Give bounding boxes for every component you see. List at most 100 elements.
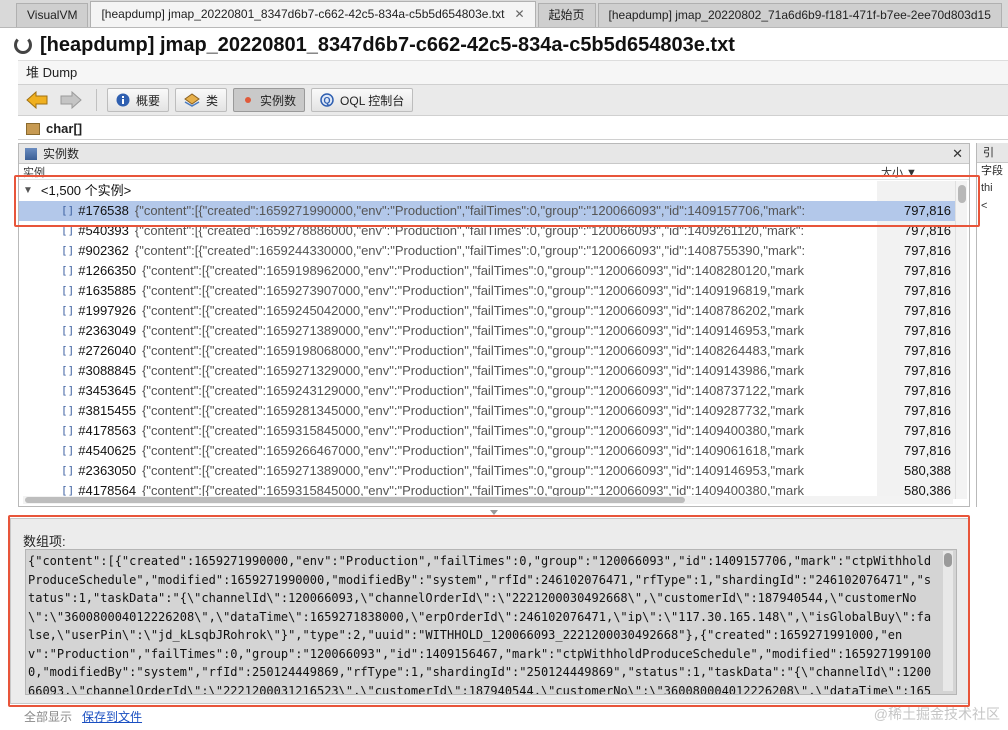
forward-button[interactable]	[58, 88, 84, 112]
instances-button[interactable]: 实例数	[233, 88, 306, 112]
oql-console-button[interactable]: Q OQL 控制台	[311, 88, 414, 112]
summary-label: 概要	[136, 93, 161, 108]
instance-id: #2363050	[78, 463, 137, 478]
info-icon	[116, 93, 130, 107]
instance-value: {"content":[{"created":1659271329000,"en…	[142, 363, 805, 378]
instance-id: #4540625	[78, 443, 137, 458]
page-title: [heapdump] jmap_20220801_8347d6b7-c662-4…	[40, 33, 735, 56]
instance-size: 797,816	[877, 381, 955, 401]
tab-label: VisualVM	[27, 8, 78, 22]
table-row[interactable]: [] #3815455 {"content":[{"created":1659281…	[19, 401, 955, 421]
array-instance-icon: []	[61, 464, 75, 477]
instance-size: 797,816	[877, 221, 955, 241]
instance-value: {"content":[{"created":1659278886000,"en…	[134, 223, 805, 238]
instance-size: 580,388	[877, 461, 955, 481]
instance-id: #4178563	[78, 423, 137, 438]
table-row[interactable]: [] #2726040 {"content":[{"created":1659198…	[19, 341, 955, 361]
expand-triangle-icon[interactable]: ▼	[23, 181, 33, 201]
instance-size: 797,816	[877, 301, 955, 321]
class-name: char[]	[46, 120, 83, 136]
scrollbar-thumb[interactable]	[944, 553, 952, 567]
instance-id: #2363049	[78, 323, 137, 338]
vertical-scrollbar[interactable]	[955, 181, 967, 499]
tab-heapdump-active[interactable]: [heapdump] jmap_20220801_8347d6b7-c662-4…	[90, 1, 536, 27]
tab-bar: VisualVM [heapdump] jmap_20220801_8347d6…	[0, 0, 1008, 28]
heap-dump-subheader: 堆 Dump	[18, 60, 1008, 84]
tab-heapdump-2[interactable]: [heapdump] jmap_20220802_71a6d6b9-f181-4…	[597, 3, 1002, 27]
instance-value: {"content":[{"created":1659243129000,"en…	[142, 383, 805, 398]
instance-value: {"content":[{"created":1659266467000,"en…	[142, 443, 805, 458]
array-items-label: 数组项:	[23, 534, 66, 549]
page-header: [heapdump] jmap_20220801_8347d6b7-c662-4…	[14, 32, 735, 58]
references-row[interactable]: <	[977, 197, 1008, 215]
array-instance-icon: []	[61, 304, 75, 317]
array-instance-icon: []	[61, 284, 75, 297]
close-icon[interactable]: ✕	[514, 7, 524, 21]
column-instance[interactable]: 实例	[19, 164, 877, 180]
instance-id: #3815455	[78, 403, 137, 418]
array-items-content[interactable]: {"content":[{"created":1659271990000,"en…	[25, 549, 957, 695]
scrollbar-thumb[interactable]	[958, 185, 966, 203]
instance-value: {"content":[{"created":1659271389000,"en…	[142, 463, 805, 478]
table-row[interactable]: [] #3088845 {"content":[{"created":1659271…	[19, 361, 955, 381]
array-items-scrollbar[interactable]	[943, 551, 953, 691]
toolbar: 概要 类 实例数 Q OQL 控制台	[18, 84, 1008, 116]
instance-id: #1266350	[78, 263, 137, 278]
instance-size: 797,816	[877, 441, 955, 461]
classes-icon	[184, 93, 200, 107]
table-row[interactable]: [] #902362 {"content":[{"created":16592443…	[19, 241, 955, 261]
array-instance-icon: []	[61, 224, 75, 237]
instance-size: 797,816	[877, 261, 955, 281]
table-row[interactable]: [] #3453645 {"content":[{"created":1659243…	[19, 381, 955, 401]
array-items-panel: 数组项: {"content":[{"created":165927199000…	[10, 518, 970, 704]
array-instance-icon: []	[61, 244, 75, 257]
tab-visualvm[interactable]: VisualVM	[16, 3, 89, 27]
references-row[interactable]: thi	[977, 179, 1008, 197]
oql-label: OQL 控制台	[340, 93, 405, 108]
class-icon	[26, 122, 40, 135]
instance-id: #3453645	[78, 383, 137, 398]
instance-value: {"content":[{"created":1659271389000,"en…	[142, 323, 805, 338]
instance-value: {"content":[{"created":1659198068000,"en…	[142, 343, 805, 358]
references-column-field[interactable]: 字段	[977, 163, 1008, 179]
group-label: <1,500 个实例>	[40, 183, 132, 198]
table-row[interactable]: [] #540393 {"content":[{"created":16592788…	[19, 221, 955, 241]
instances-group-row[interactable]: ▼ <1,500 个实例>	[19, 181, 955, 201]
tab-start-page[interactable]: 起始页	[537, 3, 596, 27]
instances-panel-header: 实例数 ✕	[19, 144, 969, 164]
splitter-handle[interactable]	[18, 510, 970, 516]
classes-button[interactable]: 类	[175, 88, 228, 112]
table-row[interactable]: [] #1635885 {"content":[{"created":1659273…	[19, 281, 955, 301]
footer: 全部显示 保存到文件	[24, 707, 142, 725]
table-row[interactable]: [] #2363049 {"content":[{"created":1659271…	[19, 321, 955, 341]
table-row[interactable]: [] #1266350 {"content":[{"created":1659198…	[19, 261, 955, 281]
show-all-link[interactable]: 全部显示	[24, 708, 72, 725]
table-row[interactable]: [] #2363050 {"content":[{"created":1659271…	[19, 461, 955, 481]
table-row[interactable]: [] #176538 {"content":[{"created":16592719…	[19, 201, 955, 221]
array-instance-icon: []	[61, 324, 75, 337]
back-button[interactable]	[24, 88, 50, 112]
save-to-file-link[interactable]: 保存到文件	[82, 708, 142, 725]
instance-size: 797,816	[877, 421, 955, 441]
instances-table: ▼ <1,500 个实例> [] #176538 {"content":[{"crea…	[19, 181, 955, 499]
toolbar-separator	[96, 89, 97, 111]
column-size[interactable]: 大小 ▼	[877, 164, 949, 180]
table-row[interactable]: [] #4540625 {"content":[{"created":1659266…	[19, 441, 955, 461]
table-row[interactable]: [] #4178563 {"content":[{"created":1659315…	[19, 421, 955, 441]
oql-icon: Q	[320, 93, 334, 107]
chevron-down-icon	[490, 510, 498, 515]
array-instance-icon: []	[61, 424, 75, 437]
horizontal-scrollbar[interactable]	[23, 496, 953, 504]
instance-value: {"content":[{"created":1659198962000,"en…	[142, 263, 805, 278]
instance-value: {"content":[{"created":1659244330000,"en…	[134, 243, 806, 258]
table-row[interactable]: [] #1997926 {"content":[{"created":1659245…	[19, 301, 955, 321]
arrow-left-icon	[26, 91, 48, 109]
instance-id: #1635885	[78, 283, 137, 298]
instance-id: #1997926	[78, 303, 137, 318]
close-icon[interactable]: ✕	[952, 146, 963, 162]
instance-size: 797,816	[877, 361, 955, 381]
summary-button[interactable]: 概要	[107, 88, 170, 112]
refresh-icon[interactable]	[14, 36, 32, 54]
scrollbar-thumb[interactable]	[25, 497, 685, 503]
instance-size: 797,816	[877, 241, 955, 261]
